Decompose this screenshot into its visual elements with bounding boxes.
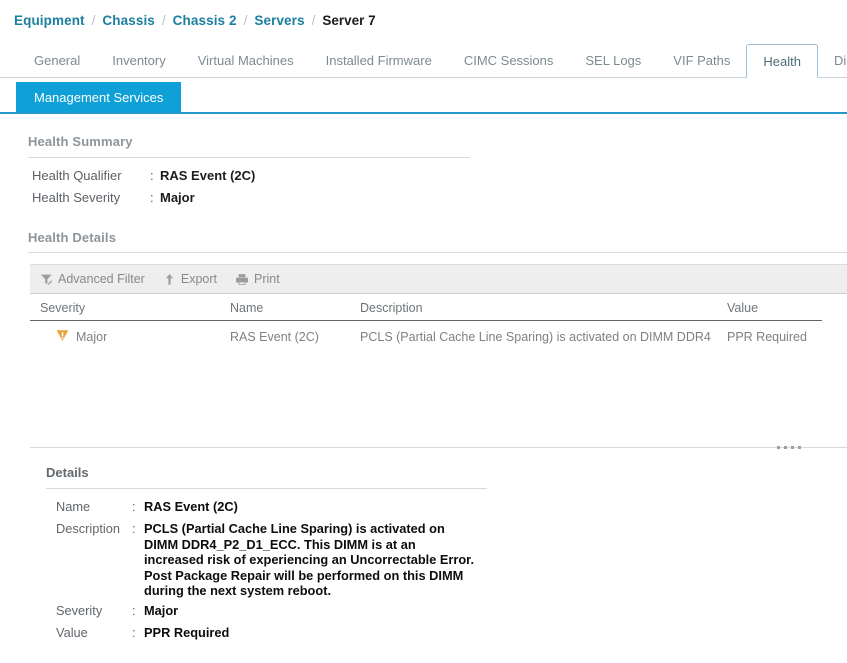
details-value-label: Value [56,625,88,640]
tab-sel-logs[interactable]: SEL Logs [569,44,657,77]
tab-general[interactable]: General [18,44,96,77]
cell-description: PCLS (Partial Cache Line Sparing) is act… [360,330,711,344]
advanced-filter-button[interactable]: Advanced Filter [40,272,145,286]
tab-label: Diagnostics [833,53,847,68]
tab-vif-paths[interactable]: VIF Paths [657,44,746,77]
details-name-row: Name : RAS Event (2C) [56,499,238,515]
primary-tabbar: General Inventory Virtual Machines Insta… [0,44,847,78]
health-severity-row: Health Severity : Major [32,190,195,205]
filter-icon [40,273,53,286]
details-value-colon: : [132,625,136,640]
column-header-name[interactable]: Name [230,301,380,315]
details-name-value: RAS Event (2C) [144,499,238,514]
breadcrumb-item-server-7: Server 7 [322,12,376,28]
details-name-label: Name [56,499,91,514]
export-label: Export [180,272,217,286]
health-severity-colon: : [150,190,154,205]
panel-splitter [30,447,847,448]
details-description-label: Description [56,521,121,536]
column-header-severity[interactable]: Severity [40,301,230,315]
details-value-value: PPR Required [144,625,230,640]
tab-label: Inventory [112,53,166,68]
handle-dot [784,446,787,449]
breadcrumb-item-servers[interactable]: Servers [254,13,304,28]
details-panel-rule [46,488,487,489]
subtab-management-services[interactable]: Management Services [16,82,182,112]
tab-inventory[interactable]: Inventory [96,44,181,77]
health-summary-title: Health Summary [28,134,133,149]
handle-dot [791,446,794,449]
breadcrumb-separator: / [243,12,248,28]
tab-cimc-sessions[interactable]: CIMC Sessions [448,44,570,77]
details-value-row: Value : PPR Required [56,625,229,641]
health-details-table: Severity Name Description Value Major RA… [30,295,847,359]
breadcrumb-separator: / [311,12,316,28]
health-qualifier-label: Health Qualifier [32,168,122,183]
handle-dot [777,446,780,449]
breadcrumb: Equipment / Chassis / Chassis 2 / Server… [0,0,847,40]
details-severity-row: Severity : Major [56,603,178,619]
column-header-value[interactable]: Value [727,301,847,315]
health-details-title: Health Details [28,230,117,245]
tab-diagnostics[interactable]: Diagnostics [818,44,847,77]
export-icon [163,273,176,286]
health-severity-label: Health Severity [32,190,121,205]
details-description-value: PCLS (Partial Cache Line Sparing) is act… [144,521,475,598]
cell-value: PPR Required [727,330,807,344]
tab-label: VIF Paths [673,53,731,68]
details-name-colon: : [132,499,136,514]
table-row[interactable]: Major RAS Event (2C) PCLS (Partial Cache… [30,321,822,359]
print-label: Print [254,272,280,286]
tab-health[interactable]: Health [746,44,818,78]
health-summary-rule [28,157,470,158]
table-header-row: Severity Name Description Value [30,295,822,321]
tab-label: SEL Logs [585,53,642,68]
health-severity-value: Major [160,190,195,205]
tab-installed-firmware[interactable]: Installed Firmware [310,44,448,77]
sub-tabbar: Management Services [0,82,847,114]
print-icon [235,273,249,286]
export-button[interactable]: Export [163,272,217,286]
tab-label: General [34,53,81,68]
health-qualifier-colon: : [150,168,154,183]
health-qualifier-value: RAS Event (2C) [160,168,256,183]
breadcrumb-item-chassis[interactable]: Chassis [102,13,154,28]
details-severity-colon: : [132,603,136,618]
details-severity-value: Major [144,603,179,618]
health-details-rule [28,252,847,253]
tab-label: Virtual Machines [197,53,294,68]
details-description-colon: : [132,521,136,536]
print-button[interactable]: Print [235,272,280,286]
tab-label: CIMC Sessions [463,53,554,68]
details-description-row: Description : PCLS (Partial Cache Line S… [56,521,474,599]
cell-name: RAS Event (2C) [230,330,319,344]
breadcrumb-separator: / [161,12,166,28]
details-severity-label: Severity [56,603,103,618]
breadcrumb-separator: / [91,12,96,28]
column-header-description[interactable]: Description [360,301,725,315]
tab-label: Health [763,53,801,69]
breadcrumb-item-chassis-2[interactable]: Chassis 2 [173,13,237,28]
breadcrumb-item-equipment[interactable]: Equipment [14,13,85,28]
details-panel-title: Details [46,465,89,480]
cell-severity: Major [56,329,246,345]
major-warning-icon [56,329,69,345]
tab-virtual-machines[interactable]: Virtual Machines [182,44,310,77]
table-toolbar: Advanced Filter Export Print [30,264,847,294]
subtab-label: Management Services [34,89,164,105]
advanced-filter-label: Advanced Filter [58,272,145,286]
health-qualifier-row: Health Qualifier : RAS Event (2C) [32,168,255,183]
handle-dot [798,446,801,449]
tab-label: Installed Firmware [325,53,432,68]
splitter-drag-handle[interactable] [777,444,801,451]
health-page: Equipment / Chassis / Chassis 2 / Server… [0,0,847,663]
cell-severity-label: Major [76,330,108,344]
